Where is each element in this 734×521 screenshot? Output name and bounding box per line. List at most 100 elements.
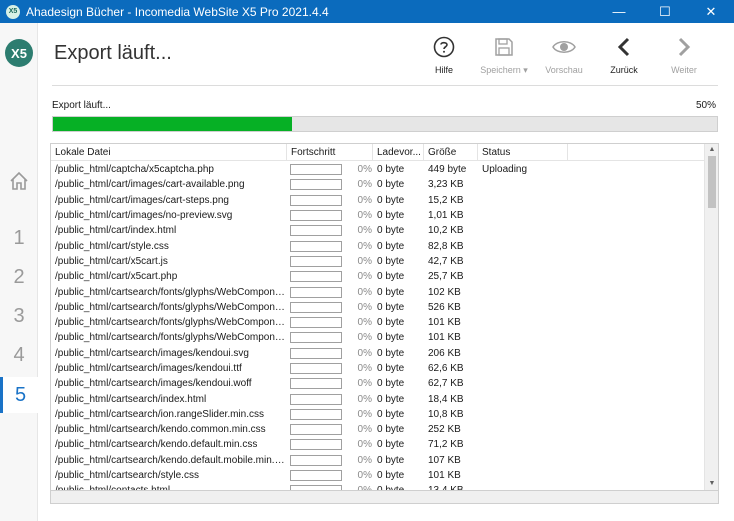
column-header-status[interactable]: Status [478, 144, 568, 160]
column-header-file[interactable]: Lokale Datei [51, 144, 287, 160]
floppy-disk-icon [495, 38, 513, 56]
table-row[interactable]: /public_html/cart/x5cart.js 0% 0 byte 42,7 … [51, 254, 704, 269]
row-progress-percent: 0% [357, 317, 372, 329]
minimize-button[interactable]: — [596, 0, 642, 23]
cell-progress: 0% [287, 225, 373, 237]
home-icon[interactable] [8, 170, 30, 192]
cell-file: /public_html/cart/x5cart.php [55, 271, 178, 283]
row-progress-bar [290, 271, 342, 283]
table-row[interactable]: /public_html/cartsearch/images/kendoui.s… [51, 346, 704, 361]
row-progress-bar [290, 286, 342, 298]
cell-size: 62,7 KB [428, 378, 464, 390]
eye-icon [552, 41, 576, 53]
table-row[interactable]: /public_html/cartsearch/kendo.common.min… [51, 422, 704, 437]
cell-loaded: 0 byte [377, 393, 405, 405]
table-row[interactable]: /public_html/cartsearch/fonts/glyphs/Web… [51, 315, 704, 330]
cell-file: /public_html/cart/style.css [55, 240, 169, 252]
table-row[interactable]: /public_html/cartsearch/kendo.default.mo… [51, 453, 704, 468]
cell-progress: 0% [287, 378, 373, 390]
help-button[interactable]: Hilfe [414, 33, 474, 76]
cell-size: 526 KB [428, 301, 461, 313]
cell-file: /public_html/cartsearch/kendo.default.mi… [55, 439, 258, 451]
scroll-up-icon[interactable]: ▲ [705, 144, 718, 156]
step-4[interactable]: 4 [0, 337, 38, 373]
step-1[interactable]: 1 [0, 220, 38, 256]
title-bar: X5 Ahadesign Bücher - Incomedia WebSite … [0, 0, 734, 23]
table-row[interactable]: /public_html/cartsearch/kendo.default.mi… [51, 437, 704, 452]
table-row[interactable]: /public_html/cart/images/cart-steps.png 0… [51, 193, 704, 208]
table-row[interactable]: /public_html/cart/images/no-preview.svg 0… [51, 208, 704, 223]
vertical-scrollbar[interactable]: ▲ ▼ [704, 144, 718, 490]
cell-progress: 0% [287, 408, 373, 420]
row-progress-percent: 0% [357, 240, 372, 252]
preview-label: Vorschau [545, 65, 583, 75]
close-button[interactable]: ✕ [688, 0, 734, 23]
table-row[interactable]: /public_html/cartsearch/fonts/glyphs/Web… [51, 300, 704, 315]
row-progress-bar [290, 210, 342, 222]
table-row[interactable]: /public_html/cart/style.css 0% 0 byte 82,8 … [51, 238, 704, 253]
cell-size: 101 KB [428, 332, 461, 344]
cell-progress: 0% [287, 271, 373, 283]
step-5[interactable]: 5 [0, 377, 38, 413]
back-button[interactable]: Zurück [594, 33, 654, 76]
cell-progress: 0% [287, 255, 373, 267]
row-progress-bar [290, 454, 342, 466]
cell-file: /public_html/cart/images/cart-available.… [55, 179, 245, 191]
cell-loaded: 0 byte [377, 408, 405, 420]
progress-label: Export läuft... [52, 100, 111, 111]
table-row[interactable]: /public_html/cartsearch/fonts/glyphs/Web… [51, 330, 704, 345]
column-header-loaded[interactable]: Ladevor... [373, 144, 424, 160]
cell-file: /public_html/cart/images/cart-steps.png [55, 194, 229, 206]
scrollbar-thumb[interactable] [708, 156, 716, 208]
chevron-left-icon [617, 37, 630, 57]
table-row[interactable]: /public_html/cartsearch/ion.rangeSlider.… [51, 407, 704, 422]
table-row[interactable]: /public_html/cart/index.html 0% 0 byte 10,2… [51, 223, 704, 238]
table-row[interactable]: /public_html/cartsearch/fonts/glyphs/Web… [51, 284, 704, 299]
scroll-down-icon[interactable]: ▼ [705, 478, 718, 490]
save-button[interactable]: Speichern ▾ [474, 33, 534, 76]
step-3[interactable]: 3 [0, 298, 38, 334]
row-progress-percent: 0% [357, 164, 372, 176]
table-row[interactable]: /public_html/cartsearch/index.html 0% 0 by… [51, 391, 704, 406]
cell-size: 1,01 KB [428, 210, 464, 222]
table-row[interactable]: /public_html/cartsearch/images/kendoui.t… [51, 361, 704, 376]
cell-size: 3,23 KB [428, 179, 464, 191]
row-progress-percent: 0% [357, 286, 372, 298]
help-label: Hilfe [434, 65, 453, 75]
table-row[interactable]: /public_html/cartsearch/images/kendoui.w… [51, 376, 704, 391]
table-row[interactable]: /public_html/captcha/x5captcha.php 0% 0 by… [51, 162, 704, 177]
row-progress-bar [290, 393, 342, 405]
row-progress-percent: 0% [357, 301, 372, 313]
table-body: /public_html/captcha/x5captcha.php 0% 0 by… [51, 162, 704, 490]
cell-loaded: 0 byte [377, 271, 405, 283]
cell-size: 10,2 KB [428, 225, 464, 237]
cell-loaded: 0 byte [377, 225, 405, 237]
row-progress-percent: 0% [357, 454, 372, 466]
row-progress-bar [290, 332, 342, 344]
row-progress-percent: 0% [357, 271, 372, 283]
cell-file: /public_html/cartsearch/images/kendoui.s… [55, 347, 249, 359]
table-row[interactable]: /public_html/cart/images/cart-available.… [51, 177, 704, 192]
cell-progress: 0% [287, 470, 373, 482]
preview-button[interactable]: Vorschau [534, 33, 594, 76]
window-title: Ahadesign Bücher - Incomedia WebSite X5 … [26, 4, 329, 19]
next-button[interactable]: Weiter [654, 33, 714, 76]
table-row[interactable]: /public_html/cartsearch/style.css 0% 0 byt… [51, 468, 704, 483]
cell-file: /public_html/cartsearch/kendo.default.mo… [55, 454, 287, 466]
row-progress-percent: 0% [357, 255, 372, 267]
cell-size: 62,6 KB [428, 363, 464, 374]
overall-progress-fill [53, 117, 293, 131]
page-title: Export läuft... [54, 42, 172, 64]
row-progress-percent: 0% [357, 332, 372, 344]
cell-loaded: 0 byte [377, 439, 405, 451]
table-row[interactable]: /public_html/cart/x5cart.php 0% 0 byte 25,7… [51, 269, 704, 284]
progress-percent: 50% [695, 100, 716, 111]
cell-file: /public_html/cartsearch/fonts/glyphs/Web… [55, 317, 287, 329]
column-header-size[interactable]: Größe [424, 144, 478, 160]
maximize-button[interactable]: ☐ [642, 0, 688, 23]
row-progress-bar [290, 255, 342, 267]
table-row[interactable]: /public_html/contacts.html 0% 0 byte 13,4 K… [51, 483, 704, 490]
row-progress-percent: 0% [357, 378, 372, 390]
column-header-progress[interactable]: Fortschritt [287, 144, 373, 160]
step-2[interactable]: 2 [0, 259, 38, 295]
